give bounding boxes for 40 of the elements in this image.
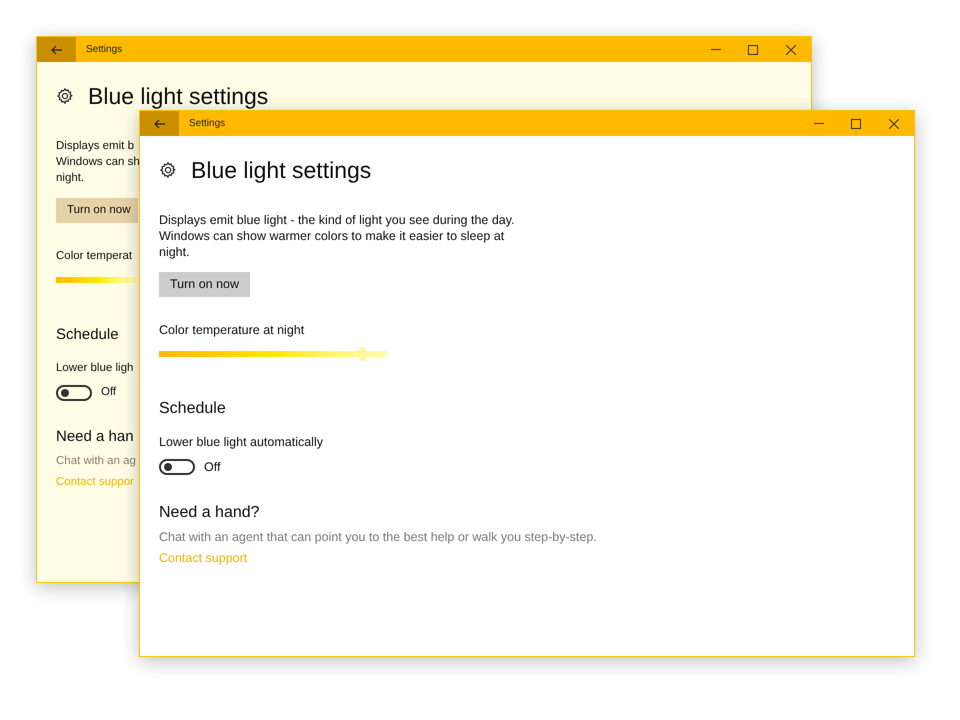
toggle-switch[interactable] xyxy=(56,384,92,401)
turn-on-now-button[interactable]: Turn on now xyxy=(159,272,250,297)
section-heading: Schedule xyxy=(159,399,226,419)
help-text: Chat with an agent that can point you to the best help or walk you step-by-step. xyxy=(159,528,597,545)
slider-thumb[interactable] xyxy=(358,347,366,361)
back-arrow-icon xyxy=(50,44,62,54)
maximize-icon xyxy=(850,118,860,128)
description-text: Displays emit blue light - the kind of light you see during the day. xyxy=(159,212,515,228)
settings-icon xyxy=(159,161,177,179)
color-temperature-slider[interactable] xyxy=(159,347,387,361)
section-heading: Schedule xyxy=(56,325,119,345)
slider-label: Color temperature at night xyxy=(159,322,304,338)
toggle-switch[interactable] xyxy=(159,459,195,476)
back-button[interactable] xyxy=(37,37,76,62)
back-button[interactable] xyxy=(140,111,179,136)
description-text: night. xyxy=(159,244,190,260)
toggle-label: Lower blue light automatically xyxy=(159,434,323,450)
page-heading: Blue light settings xyxy=(191,156,372,184)
maximize-icon xyxy=(748,44,758,54)
toggle-state-text: Off xyxy=(101,385,116,400)
toggle-label: Lower blue ligh xyxy=(56,361,134,376)
close-icon xyxy=(889,118,899,128)
section-heading: Need a hand? xyxy=(159,502,260,523)
window-title: Settings xyxy=(86,43,122,57)
back-arrow-icon xyxy=(154,118,166,128)
settings-icon xyxy=(56,87,74,105)
description-text: night. xyxy=(56,171,84,186)
window-title: Settings xyxy=(189,117,226,131)
close-icon xyxy=(786,44,796,54)
description-text: Windows can show warmer colors to make it easier to sleep at xyxy=(159,228,504,244)
help-text: Chat with an ag xyxy=(56,454,136,470)
section-heading: Need a han xyxy=(56,427,134,448)
description-text: Displays emit b xyxy=(56,139,134,154)
minimize-icon xyxy=(710,49,720,50)
description-text: Windows can sh xyxy=(56,155,140,170)
turn-on-now-button[interactable]: Turn on now xyxy=(56,198,138,223)
minimize-icon xyxy=(814,123,824,124)
toggle-state-text: Off xyxy=(204,459,220,476)
page-heading: Blue light settings xyxy=(88,82,268,110)
slider-label: Color temperat xyxy=(56,249,132,264)
